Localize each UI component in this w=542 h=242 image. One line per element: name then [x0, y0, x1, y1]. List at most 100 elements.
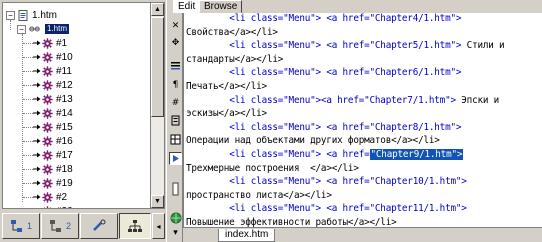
code-line: Свойства</a></li> — [186, 26, 278, 40]
scroll-down-arrow-icon[interactable]: ▼ — [151, 195, 164, 208]
code-text: Трехмерные построения </a></li> — [186, 162, 359, 174]
tree-item-label: #17 — [56, 149, 73, 161]
anchor-gear-icon — [42, 51, 53, 63]
code-tag: <li class="Menu"> <a href= — [229, 149, 370, 160]
anchor-gear-icon — [42, 107, 53, 119]
code-line: <li class="Menu"> <a href="Chapter4/1.ht… — [186, 13, 461, 26]
tree-root[interactable]: 1.htm — [17, 8, 57, 22]
expand-icon[interactable]: ✥ — [169, 36, 182, 49]
tree-item-label: #2 — [56, 191, 68, 203]
tree-item[interactable]: #19 — [33, 176, 73, 190]
tree-item[interactable]: #13 — [33, 92, 73, 106]
tree-item[interactable]: #1 — [33, 36, 67, 50]
arrow-right-icon — [33, 150, 41, 160]
tree-item-label: #11 — [56, 65, 72, 77]
code-line: пространство листа</a></li> — [186, 189, 332, 203]
collapse-child-toggle[interactable]: − — [17, 25, 26, 34]
code-tag: <li class="Menu"> <a href="Chapter5/1.ht… — [229, 40, 462, 52]
tree-child[interactable]: 1.htm — [28, 22, 70, 36]
arrow-right-icon — [33, 38, 41, 48]
code-line: Печать</a></li> — [186, 80, 267, 94]
tree-item[interactable]: #10 — [33, 50, 73, 64]
code-line: стандарты</a></li> — [186, 53, 283, 67]
tab-tree-view-2[interactable]: 2 — [41, 213, 79, 239]
code-tag: <li class="Menu"><a href="Chapter7/1.htm… — [229, 94, 456, 106]
code-line: Трехмерные построения </a></li> — [186, 162, 359, 176]
tree-item[interactable]: #17 — [33, 148, 73, 162]
anchor-gear-icon — [42, 79, 53, 91]
scroll-up-arrow-icon[interactable]: ▲ — [151, 3, 164, 16]
code-line: <li class="Menu"> <a href="Chapter11/1.h… — [186, 202, 467, 216]
tree-item-label: #14 — [56, 107, 73, 119]
globe-icon[interactable] — [169, 211, 182, 224]
table-icon[interactable] — [169, 133, 182, 146]
tree-item[interactable]: #16 — [33, 134, 73, 148]
tab-sitemap[interactable] — [119, 213, 151, 239]
close-icon[interactable]: ✕ — [169, 19, 182, 32]
anchor-gear-icon — [42, 65, 53, 77]
paragraph-icon[interactable]: ¶ — [169, 78, 182, 91]
code-line: <li class="Menu"> <a href="Chapter10/1.h… — [186, 175, 467, 189]
play-preview-icon[interactable] — [169, 152, 182, 165]
anchor-gear-icon — [42, 163, 53, 175]
code-line: <li class="Menu"> <a href="Chapter5/1.ht… — [186, 39, 504, 53]
code-line: Операции над объектами других форматов</… — [186, 134, 440, 148]
tree-item[interactable]: #15 — [33, 120, 73, 134]
tree-view-tabs: 1 2 ◂ — [0, 211, 166, 242]
page-icon — [18, 9, 29, 21]
tab-browse[interactable]: Browse — [199, 0, 243, 13]
tree-item-label: #18 — [56, 163, 73, 175]
selected-text: "Chapter9/1.htm"> — [369, 149, 464, 160]
code-text: Печать</a></li> — [186, 81, 267, 92]
code-text: пространство листа</a></li> — [186, 189, 332, 201]
tree-item[interactable]: #18 — [33, 162, 73, 176]
tree-item[interactable]: #20 — [33, 204, 73, 208]
arrow-right-icon — [33, 108, 41, 118]
tabs-scroll-arrow[interactable]: ◂ — [152, 213, 165, 239]
arrow-right-icon — [33, 206, 41, 208]
arrow-right-icon — [33, 52, 41, 62]
tree-item[interactable]: #12 — [33, 78, 73, 92]
anchor-link-icon — [29, 24, 40, 35]
tab-tools[interactable] — [80, 213, 118, 239]
hash-icon[interactable]: # — [169, 96, 182, 109]
tree-view-1-icon — [10, 220, 22, 232]
arrow-right-icon — [33, 66, 41, 76]
page-break-icon[interactable] — [169, 114, 182, 127]
arrow-right-icon — [33, 122, 41, 132]
file-tab-index[interactable]: index.htm — [218, 229, 276, 242]
file-tab-bar: index.htm — [183, 227, 542, 242]
scroll-down-small-icon[interactable]: ▾ — [169, 226, 182, 239]
code-editor[interactable]: <li class="Menu"> <a href="Chapter4/1.ht… — [183, 13, 542, 227]
tab-tree-view-1[interactable]: 1 — [2, 213, 40, 239]
tree-item-label: #15 — [56, 121, 73, 133]
arrow-right-icon — [33, 178, 41, 188]
tree-item[interactable]: #14 — [33, 106, 73, 120]
tree-scrollbar[interactable]: ▲ ▼ — [151, 2, 165, 209]
tree-item-label: #16 — [56, 135, 73, 147]
vertical-toolbar: ✕ ✥ ¶ # ▾ — [166, 0, 183, 242]
sitemap-icon — [128, 220, 142, 232]
tab-edit[interactable]: Edit — [173, 0, 201, 13]
tree-root-label: 1.htm — [32, 9, 58, 21]
code-text: Свойства</a></li> — [186, 26, 278, 38]
chevron-left-icon: ◂ — [156, 221, 161, 231]
tree-item[interactable]: #11 — [33, 64, 72, 78]
anchor-gear-icon — [42, 177, 53, 189]
code-text: Эпски и — [455, 94, 500, 106]
arrow-right-icon — [33, 164, 41, 174]
format-list-icon[interactable] — [169, 60, 182, 73]
anchor-gear-icon — [42, 93, 53, 105]
tree-item[interactable]: #2 — [33, 190, 67, 204]
toolbar-grip[interactable] — [169, 182, 182, 196]
collapse-root-toggle[interactable]: − — [6, 11, 15, 20]
code-tag: <li class="Menu"> <a href="Chapter11/1.h… — [229, 203, 467, 215]
tree-item-label: #10 — [56, 51, 73, 63]
file-tree[interactable]: − 1.htm − 1.htm #1 #10 #11 #12 #13 #14 #15 #16 #… — [2, 2, 151, 209]
scroll-thumb[interactable] — [151, 17, 164, 117]
